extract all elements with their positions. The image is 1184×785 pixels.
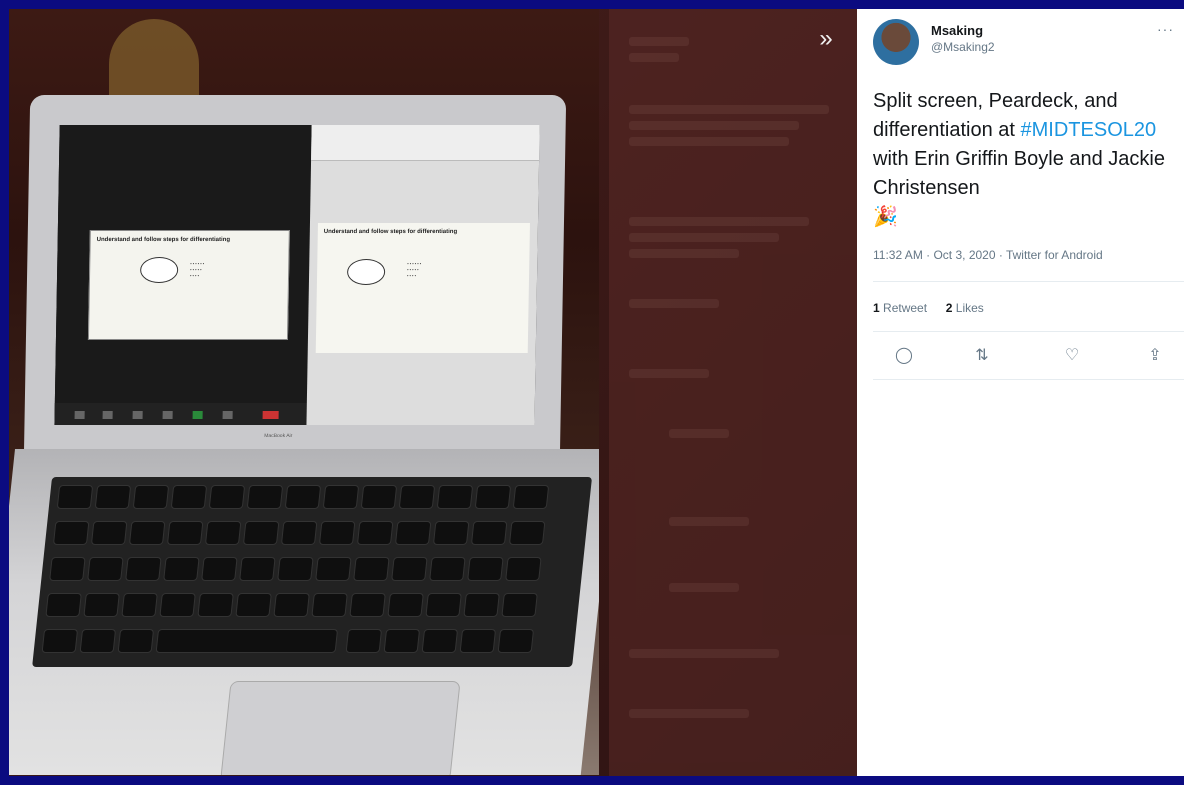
tweet-photo[interactable]: Understand and follow steps for differen… (9, 9, 599, 775)
tweet-text: Split screen, Peardeck, and differentiat… (873, 87, 1184, 232)
tweet-timestamp[interactable]: 11:32 AM · Oct 3, 2020 · Twitter for And… (873, 248, 1103, 262)
browser-bar (311, 125, 540, 161)
thought-bubble (346, 259, 386, 285)
peardeck-slide: Understand and follow steps for differen… (315, 223, 530, 353)
more-options-icon[interactable]: ··· (1157, 21, 1174, 37)
user-handle[interactable]: @Msaking2 (931, 40, 995, 54)
trackpad (220, 681, 461, 775)
tweet-actions: ◯ ⇅ ♡ ⇪ (857, 341, 1184, 371)
tweet-panel: Msaking @Msaking2 ··· Split screen, Pear… (857, 9, 1184, 776)
expand-icon[interactable]: » (811, 24, 841, 54)
dimmed-timeline (609, 9, 857, 776)
keyboard (32, 477, 593, 667)
divider (873, 331, 1184, 332)
avatar[interactable] (873, 19, 919, 65)
retweet-count[interactable]: 1 (873, 301, 880, 315)
thought-bubble (139, 257, 179, 283)
party-popper-icon: 🎉 (873, 206, 898, 228)
like-icon[interactable]: ♡ (1057, 341, 1087, 371)
divider (873, 281, 1184, 282)
like-label[interactable]: Likes (956, 301, 984, 315)
zoom-pane: Understand and follow steps for differen… (54, 125, 312, 425)
like-count[interactable]: 2 (946, 301, 953, 315)
peardeck-pane: Understand and follow steps for differen… (306, 125, 540, 425)
retweet-icon[interactable]: ⇅ (967, 341, 997, 371)
laptop-brand: MacBook Air (264, 433, 293, 439)
laptop-screen: Understand and follow steps for differen… (54, 125, 540, 425)
zoom-toolbar (54, 403, 307, 425)
tweet-stats: 1 Retweet 2 Likes (873, 301, 984, 315)
laptop-base (9, 449, 599, 775)
display-name[interactable]: Msaking (931, 23, 983, 38)
reply-icon[interactable]: ◯ (889, 341, 919, 371)
share-icon[interactable]: ⇪ (1140, 341, 1170, 371)
zoom-slide: Understand and follow steps for differen… (87, 230, 290, 340)
retweet-label[interactable]: Retweet (883, 301, 927, 315)
divider (873, 379, 1184, 380)
hashtag-link[interactable]: #MIDTESOL20 (1021, 119, 1157, 141)
laptop-lid: Understand and follow steps for differen… (23, 95, 567, 463)
